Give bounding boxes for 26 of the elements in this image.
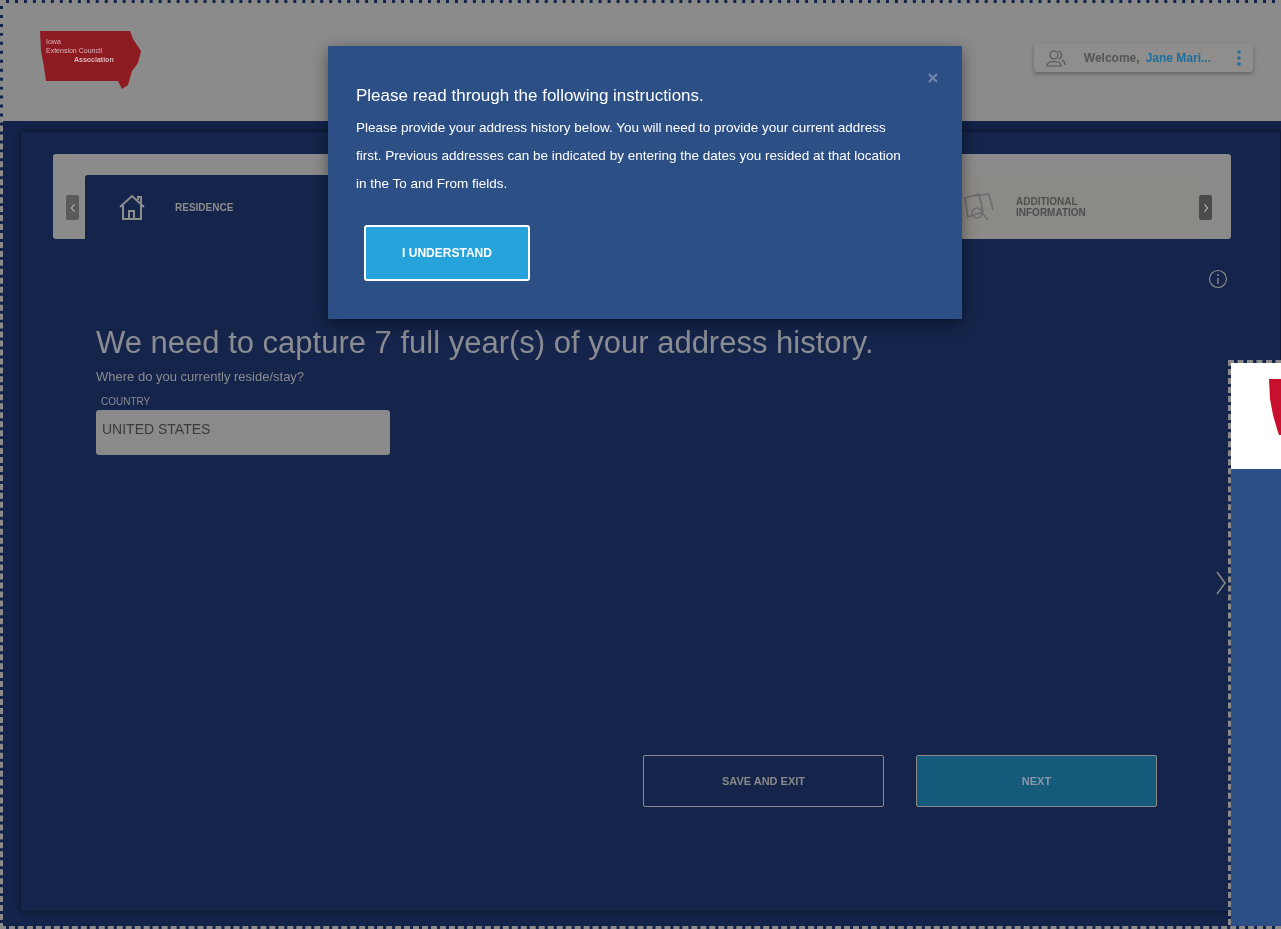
state-map-logo-icon [38,29,143,91]
house-icon [117,193,147,221]
kebab-menu-icon[interactable] [1237,50,1241,66]
documents-search-icon [964,193,994,221]
chevron-left-icon [69,202,76,213]
modal-text: Please provide your address history below. You will need to provide your current address first. Previous addresses can be indicated by entering the dates you resided at that location in the To and From fields. [356,119,902,193]
country-field[interactable]: UNITED STATES [96,410,390,455]
welcome-text: Welcome, [1083,51,1140,65]
step-label: ADDITIONAL INFORMATION [1016,196,1087,218]
user-menu[interactable]: Welcome, Jane Mari... [1033,44,1253,72]
user-name: Jane Mari... [1145,51,1211,65]
field-label: COUNTRY [101,396,151,407]
save-and-exit-button[interactable]: SAVE AND EXIT [643,755,884,807]
form-heading: We need to capture 7 full year(s) of your address history. [96,325,874,361]
chevron-right-icon [1202,202,1209,213]
modal-title: Please read through the following instructions. [356,86,705,106]
question-text: Where do you currently reside/stay? [96,369,305,384]
step-label: RESIDENCE [175,201,234,213]
user-icon [1045,49,1066,67]
next-step-button[interactable] [1199,195,1212,220]
chevron-right-icon[interactable] [1216,571,1226,595]
i-understand-button[interactable]: I UNDERSTAND [364,225,530,281]
next-button[interactable]: NEXT [916,755,1157,807]
previous-step-button[interactable] [66,195,79,220]
info-icon[interactable] [1208,269,1228,289]
close-icon[interactable] [928,73,938,83]
